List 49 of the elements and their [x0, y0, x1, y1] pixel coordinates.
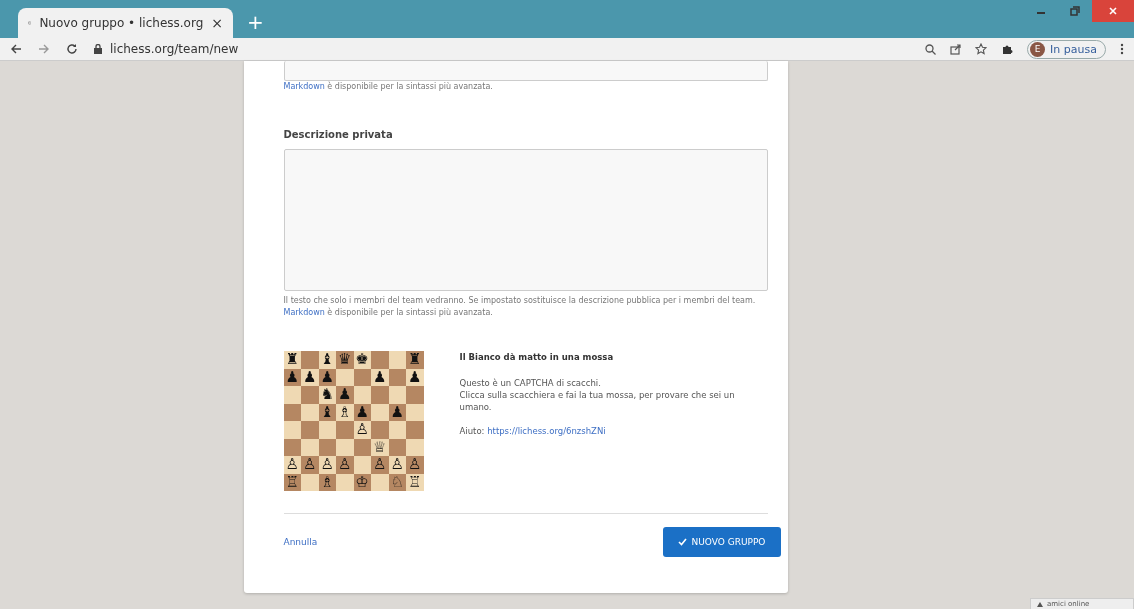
board-square[interactable] — [283, 438, 301, 456]
board-square[interactable]: ♙ — [371, 456, 389, 474]
browser-tab[interactable]: Nuovo gruppo • lichess.org × — [18, 8, 233, 38]
field-label: Descrizione privata — [283, 129, 394, 140]
captcha-instructions: Clicca sulla scacchiera e fai la tua mossa, per provare che sei un umano. — [459, 389, 736, 413]
board-square[interactable]: ♙ — [336, 456, 354, 474]
close-window-button[interactable] — [1092, 0, 1134, 22]
new-group-button[interactable]: NUOVO GRUPPO — [662, 527, 781, 557]
star-icon[interactable] — [975, 43, 988, 55]
board-square[interactable] — [283, 386, 301, 404]
board-square[interactable]: ♟ — [283, 368, 301, 386]
markdown-hint: Markdown è disponibile per la sintassi più avanzata. — [283, 81, 494, 93]
board-square[interactable]: ♜ — [283, 351, 301, 369]
new-tab-button[interactable]: + — [247, 10, 264, 34]
check-icon — [677, 538, 687, 546]
restore-icon — [1070, 6, 1080, 16]
markdown-hint: Markdown è disponibile per la sintassi più avanzata. — [283, 307, 494, 319]
board-square[interactable]: ♙ — [283, 456, 301, 474]
captcha-title: Il Bianco dà matto in una mossa — [459, 351, 615, 363]
text-area[interactable] — [283, 61, 768, 81]
lock-icon[interactable] — [94, 44, 102, 54]
close-tab-button[interactable]: × — [211, 15, 223, 31]
help-line: Aiuto: https://lichess.org/6nzshZNi — [459, 425, 607, 437]
help-text: Il testo che solo i membri del team vedranno. Se impostato sostituisce la descrizione pubblica per i membri del team. — [283, 295, 757, 307]
board-square[interactable]: ♜ — [406, 351, 424, 369]
cancel-link[interactable]: Annulla — [283, 537, 318, 547]
chessboard[interactable]: ♜ ♝ ♛ ♚ ♜ ♟ ♟ ♟ ♟ ♟ ♞ ♟ ♝ ♗ ♟ ♟ ♙ ♕ ♙ ♙ ♙ ♙ ♙ ♙ ♙ ♖ ♗ ♔ ♘ ♖ — [283, 351, 424, 491]
board-square[interactable] — [283, 421, 301, 439]
board-square[interactable]: ♛ — [336, 351, 354, 369]
back-icon[interactable] — [10, 43, 22, 55]
board-square[interactable]: ♖ — [283, 473, 301, 491]
zoom-icon[interactable] — [925, 43, 937, 55]
board-square[interactable]: ♙ — [301, 456, 319, 474]
help-link[interactable]: https://lichess.org/6nzshZNi — [487, 426, 606, 436]
caret-icon — [1037, 601, 1043, 607]
forward-icon[interactable] — [38, 43, 50, 55]
tab-title: Nuovo gruppo • lichess.org — [39, 16, 204, 30]
board-square[interactable]: ♟ — [336, 386, 354, 404]
share-icon[interactable] — [950, 43, 962, 55]
menu-icon[interactable] — [1120, 43, 1124, 55]
markdown-link[interactable]: Markdown — [283, 82, 325, 91]
close-icon — [1108, 6, 1118, 16]
board-square[interactable]: ♙ — [406, 456, 424, 474]
reload-icon[interactable] — [66, 43, 78, 55]
captcha-text: Questo è un CAPTCHA di scacchi. — [459, 377, 602, 389]
board-square[interactable] — [283, 403, 301, 421]
puzzle-icon[interactable] — [1001, 43, 1014, 55]
markdown-link[interactable]: Markdown — [283, 308, 325, 317]
address-bar[interactable]: lichess.org/team/new — [110, 42, 239, 56]
